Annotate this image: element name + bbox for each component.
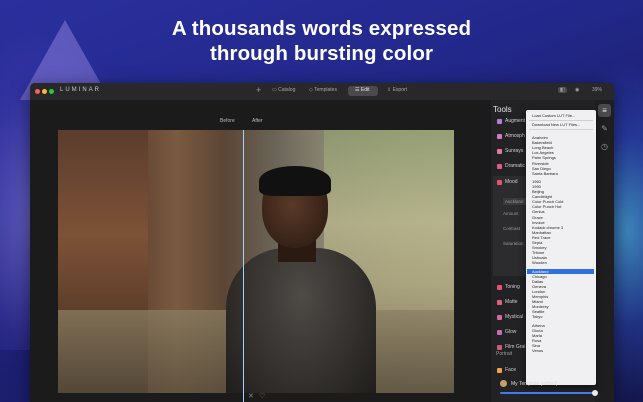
contrast-label: Contrast (503, 226, 521, 231)
tool-augment[interactable]: Augment (494, 116, 530, 128)
reject-icon[interactable]: ✕ (248, 392, 254, 400)
history-icon[interactable]: ◷ (598, 140, 611, 153)
tools-title: Tools (493, 105, 512, 114)
before-after-divider[interactable] (243, 130, 244, 402)
tool-dramatic[interactable]: Dramatic (494, 161, 530, 173)
dramatic-icon (497, 164, 502, 169)
edit-tab[interactable]: ☰ Edit (355, 87, 370, 93)
amount-label: Amount (503, 211, 519, 216)
tool-matte[interactable]: Matte (494, 297, 530, 309)
lut-menu-item[interactable]: Santa Barbara (532, 171, 558, 176)
image-canvas[interactable]: Before After ✕ ♡ (30, 100, 491, 402)
headline-line-2: through bursting color (209, 42, 434, 65)
template-slider-knob[interactable] (592, 390, 598, 396)
tool-glow[interactable]: Glow (494, 327, 530, 339)
close-window-button[interactable] (35, 89, 40, 94)
catalog-tab[interactable]: ▭ Catalog (272, 87, 295, 93)
glow-icon (497, 330, 502, 335)
film-grain-icon (497, 345, 502, 350)
photo-subject-hair (259, 166, 331, 196)
app-logo: LUMINAR (60, 87, 102, 93)
template-label: My Template (edited) (511, 381, 558, 387)
lut-dropdown[interactable]: Auckland (503, 198, 526, 205)
eye-icon[interactable]: ◉ (575, 87, 579, 93)
menu-download-lut[interactable]: Download New LUT Files... (532, 122, 580, 127)
template-avatar (500, 380, 507, 387)
export-tab[interactable]: ⇪ Export (387, 87, 407, 93)
sunrays-icon (497, 149, 502, 154)
tool-mystical[interactable]: Mystical (494, 312, 530, 324)
template-bar[interactable]: My Template (edited) (500, 378, 600, 390)
mood-icon (497, 180, 502, 185)
favorite-icon[interactable]: ♡ (259, 392, 265, 400)
after-label: After (252, 118, 263, 124)
lut-menu-item[interactable]: Wooden (532, 260, 547, 265)
minimize-window-button[interactable] (42, 89, 47, 94)
tool-sunrays[interactable]: Sunrays (494, 146, 530, 158)
face-icon (497, 368, 502, 373)
saturation-label: Saturation (503, 241, 524, 246)
menu-separator (529, 129, 593, 130)
before-label: Before (220, 118, 235, 124)
photo-subject-coat (226, 248, 376, 393)
add-icon[interactable]: + (256, 85, 261, 95)
lut-dropdown-menu: Load Custom LUT File... Download New LUT… (526, 110, 596, 385)
portrait-section-label: Portrait (496, 351, 513, 357)
tool-mood[interactable]: Mood (494, 177, 530, 189)
tool-toning[interactable]: Toning (494, 282, 530, 294)
mystical-icon (497, 315, 502, 320)
title-bar: LUMINAR + ▭ Catalog ◇ Templates ☰ Edit ⇪… (30, 83, 614, 100)
right-icon-bar: ≡ ✎ ◷ (595, 100, 614, 402)
lut-menu-item[interactable]: Venus (532, 348, 543, 353)
headline-line-1: A thousands words expressed (171, 17, 472, 40)
atmosphere-icon (497, 134, 502, 139)
zoom-window-button[interactable] (49, 89, 54, 94)
toning-icon (497, 285, 502, 290)
marketing-headline: A thousands words expressed through burs… (0, 16, 643, 66)
menu-separator (529, 120, 593, 121)
augment-icon (497, 119, 502, 124)
template-slider[interactable] (500, 392, 595, 394)
matte-icon (497, 300, 502, 305)
portrait-photo (58, 130, 454, 393)
compare-toggle[interactable]: ◧ (558, 87, 567, 93)
brush-icon[interactable]: ✎ (598, 122, 611, 135)
templates-tab[interactable]: ◇ Templates (309, 87, 337, 93)
menu-load-custom-lut[interactable]: Load Custom LUT File... (532, 113, 575, 118)
zoom-level[interactable]: 39% (592, 87, 602, 93)
lut-menu-item[interactable]: Tokyo (532, 314, 542, 319)
adjustments-icon[interactable]: ≡ (598, 104, 611, 117)
tool-atmosphere[interactable]: Atmosph (494, 131, 530, 143)
tool-face[interactable]: Face (494, 365, 530, 377)
